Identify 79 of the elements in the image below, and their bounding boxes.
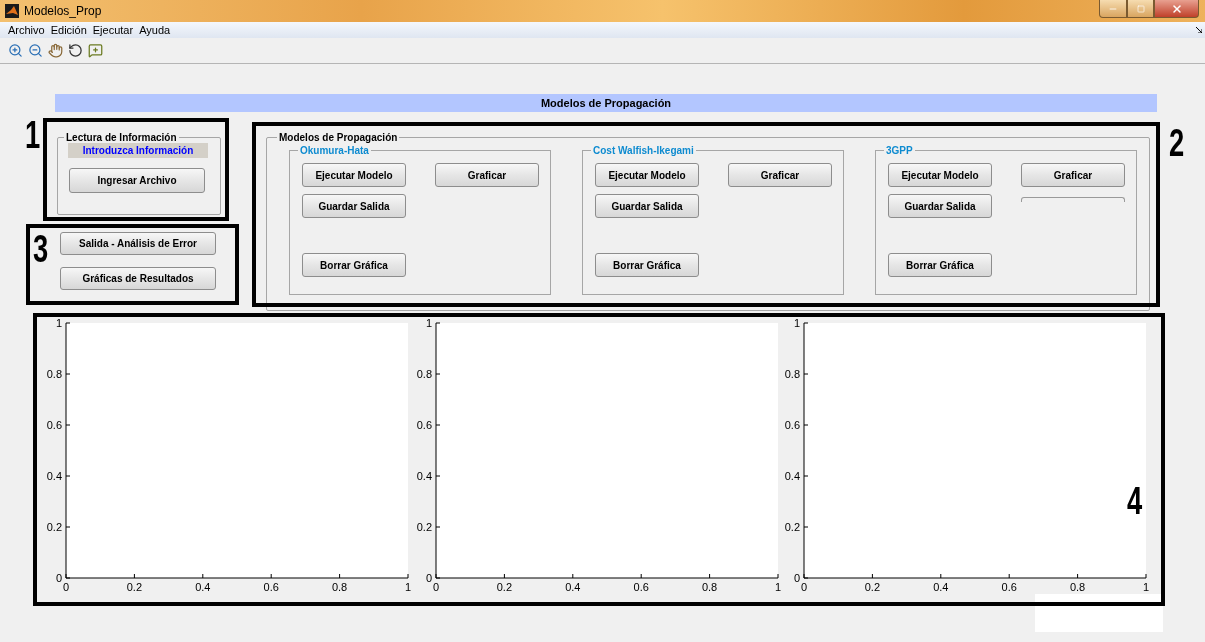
clear-plot-button[interactable]: Borrar Gráfica	[302, 253, 406, 277]
header-bar: Modelos de Propagación	[55, 94, 1157, 112]
panel-title: Okumura-Hata	[299, 145, 370, 156]
tick-label: 1	[1142, 581, 1150, 593]
tick-label: 0.8	[416, 368, 432, 380]
zoom-out-icon[interactable]	[27, 42, 43, 59]
tick-label: 0.6	[263, 581, 279, 593]
app-logo-icon	[5, 4, 19, 18]
status-label: Introduzca Información	[68, 143, 208, 158]
zoom-in-icon[interactable]	[7, 42, 23, 59]
tick-label: 1	[55, 317, 62, 329]
tick-label: 0.8	[46, 368, 62, 380]
tick-label: 0.2	[416, 521, 432, 533]
annotation-number: 4	[1127, 482, 1143, 520]
run-model-button[interactable]: Ejecutar Modelo	[888, 163, 992, 187]
tick-label: 0.4	[416, 470, 432, 482]
action-button[interactable]: Gráficas de Resultados	[60, 267, 216, 290]
tick-label: 0.4	[933, 581, 949, 593]
tick-label: 1	[425, 317, 432, 329]
clear-plot-button[interactable]: Borrar Gráfica	[888, 253, 992, 277]
tick-label: 0.8	[701, 581, 718, 593]
tick-label: 0	[793, 572, 800, 584]
tick-label: 0.4	[195, 581, 211, 593]
tick-label: 0.8	[331, 581, 348, 593]
tick-label: 0.2	[784, 521, 800, 533]
tick-label: 0.6	[784, 419, 800, 431]
tick-label: 1	[404, 581, 412, 593]
run-model-button[interactable]: Ejecutar Modelo	[302, 163, 406, 187]
tick-label: 1	[793, 317, 800, 329]
close-button[interactable]	[1154, 0, 1199, 18]
plot-button[interactable]: Graficar	[1021, 163, 1125, 187]
tick-label: 0.6	[1001, 581, 1017, 593]
annotation-number: 2	[1169, 124, 1185, 162]
tick-label: 0.2	[126, 581, 143, 593]
clear-plot-button[interactable]: Borrar Gráfica	[595, 253, 699, 277]
plot-button[interactable]: Graficar	[435, 163, 539, 187]
tick-label: 0	[62, 581, 70, 593]
tick-label: 0.6	[46, 419, 62, 431]
tick-label: 0	[55, 572, 62, 584]
window-title: Modelos_Prop	[24, 4, 102, 18]
menu-item[interactable]: Ejecutar	[92, 24, 134, 36]
tick-label: 0.4	[46, 470, 62, 482]
tick-label: 0.2	[46, 521, 62, 533]
annotation-number: 1	[25, 116, 41, 154]
tick-label: 0.2	[496, 581, 513, 593]
tick-label: 0.4	[565, 581, 581, 593]
tick-label: 0.6	[633, 581, 649, 593]
panel-title: Lectura de Información	[65, 132, 178, 143]
panel-title: Cost Walfish-Ikegami	[592, 145, 695, 156]
tick-label: 0	[800, 581, 808, 593]
tick-label: 0	[425, 572, 432, 584]
rotate-icon[interactable]	[67, 42, 83, 59]
annotation-number: 3	[33, 230, 49, 268]
plot-button[interactable]: Graficar	[728, 163, 832, 187]
save-output-button[interactable]: Guardar Salida	[888, 194, 992, 218]
tick-label: 1	[774, 581, 782, 593]
run-model-button[interactable]: Ejecutar Modelo	[595, 163, 699, 187]
save-output-button[interactable]: Guardar Salida	[302, 194, 406, 218]
maximize-icon	[1136, 4, 1145, 13]
tick-label: 0.8	[784, 368, 800, 380]
save-output-button[interactable]: Guardar Salida	[595, 194, 699, 218]
tick-label: 0	[432, 581, 440, 593]
action-button[interactable]: Salida - Análisis de Error	[60, 232, 216, 255]
menu-item[interactable]: Ayuda	[139, 24, 171, 36]
tick-label: 0.2	[864, 581, 881, 593]
data-cursor-icon[interactable]	[87, 42, 103, 59]
menu-item[interactable]: Archivo	[8, 24, 45, 36]
close-icon	[1170, 2, 1183, 15]
maximize-button[interactable]	[1127, 0, 1154, 18]
dock-arrow-icon[interactable]	[1196, 27, 1202, 33]
minimize-button[interactable]	[1099, 0, 1127, 18]
panel-title: 3GPP	[885, 145, 914, 156]
hand-icon[interactable]	[47, 42, 63, 59]
tick-label: 0.8	[1069, 581, 1086, 593]
load-file-button[interactable]: Ingresar Archivo	[69, 168, 205, 193]
tick-label: 0.4	[784, 470, 800, 482]
tick-label: 0.6	[416, 419, 432, 431]
panel-title: Modelos de Propagación	[278, 132, 399, 143]
menu-item[interactable]: Edición	[50, 24, 87, 36]
